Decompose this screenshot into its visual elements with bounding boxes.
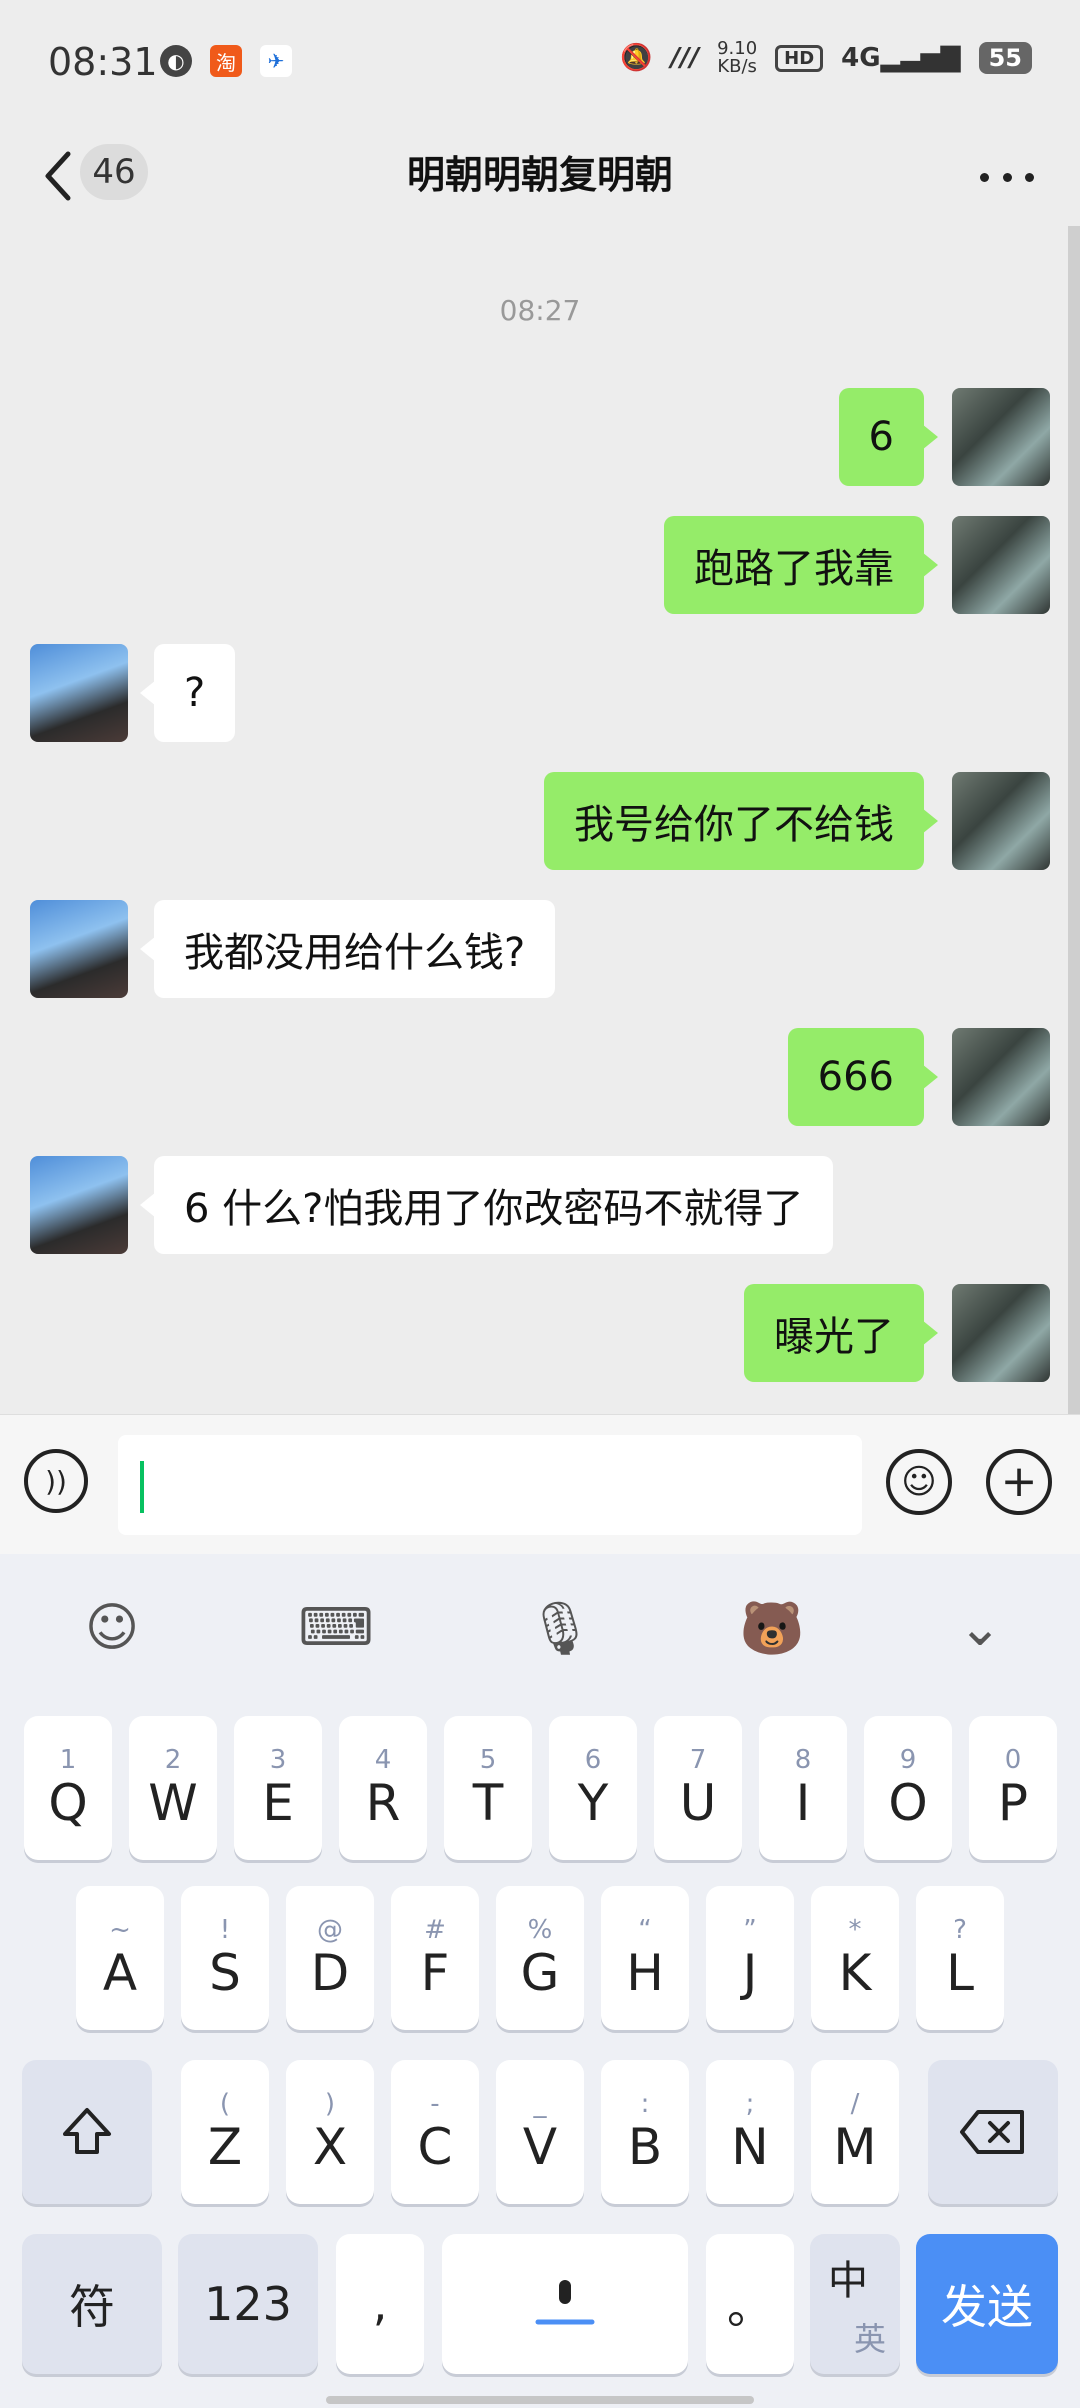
numbers-key[interactable]: 123 xyxy=(178,2234,318,2374)
message-input[interactable] xyxy=(118,1435,862,1535)
message-input-bar: )) ☺ + xyxy=(0,1414,1080,1555)
collapse-keyboard-icon[interactable]: ⌄ xyxy=(940,1588,1020,1668)
key-p[interactable]: 0P xyxy=(969,1716,1057,1860)
status-left-icons: ◐ 淘 ✈ xyxy=(160,45,292,77)
comma-key[interactable]: , xyxy=(336,2234,424,2374)
taobao-icon: 淘 xyxy=(210,45,242,77)
contact-avatar[interactable] xyxy=(30,644,128,742)
key-h[interactable]: “H xyxy=(601,1886,689,2030)
chat-header: 46 明朝明朝复明朝 xyxy=(0,126,1080,227)
contact-message-bubble[interactable]: 6 什么?怕我用了你改密码不就得了 xyxy=(139,1156,834,1254)
message-timestamp: 08:27 xyxy=(499,294,581,327)
symbols-key[interactable]: 符 xyxy=(22,2234,162,2374)
key-k[interactable]: * K xyxy=(811,1886,899,2030)
my-avatar[interactable] xyxy=(952,1028,1050,1126)
microphone-icon[interactable]: 🎙 xyxy=(520,1588,600,1668)
message-row: 我都没用给什么钱? xyxy=(0,900,1080,998)
carrier-icon: /// xyxy=(670,43,700,73)
status-time: 08:31 xyxy=(48,40,158,84)
signal-icon: 4G▂▃▅▇ xyxy=(841,43,961,73)
message-row: 跑路了我靠 xyxy=(0,516,1080,614)
my-message-bubble[interactable]: 我号给你了不给钱 xyxy=(544,772,938,870)
baidu-bear-icon[interactable]: 🐻 xyxy=(732,1588,812,1668)
message-row: 曝光了 xyxy=(0,1284,1080,1382)
contact-avatar[interactable] xyxy=(30,900,128,998)
app-icon-1: ◐ xyxy=(160,45,192,77)
key-n[interactable]: ; N xyxy=(706,2060,794,2204)
text-caret xyxy=(140,1461,144,1513)
shift-arrow-icon xyxy=(63,2108,111,2154)
key-m[interactable]: / M xyxy=(811,2060,899,2204)
key-f[interactable]: # F xyxy=(391,1886,479,2030)
battery-icon: 55 xyxy=(978,42,1032,74)
bird-app-icon: ✈ xyxy=(260,45,292,77)
contact-message-bubble[interactable]: 我都没用给什么钱? xyxy=(139,900,556,998)
key-o[interactable]: 9O xyxy=(864,1716,952,1860)
status-bar: 08:31 ◐ 淘 ✈ 🔕 /// 9.10 KB/s HD 4G▂▃▅▇ 55 xyxy=(0,0,1080,126)
backspace-key[interactable] xyxy=(928,2060,1058,2204)
message-row: 我号给你了不给钱 xyxy=(0,772,1080,870)
space-mic-icon xyxy=(535,2280,595,2325)
more-options-icon[interactable] xyxy=(980,168,1034,188)
my-message-bubble[interactable]: 跑路了我靠 xyxy=(664,516,938,614)
contact-message-bubble[interactable]: ? xyxy=(139,644,236,742)
my-avatar[interactable] xyxy=(952,772,1050,870)
my-avatar[interactable] xyxy=(952,388,1050,486)
key-u[interactable]: 7U xyxy=(654,1716,742,1860)
keyboard: 1Q 2W 3E 4R 5T 6Y 7U 8I 9O 0P ~ A ! S @ D #… xyxy=(0,1694,1080,2408)
key-c[interactable]: -C xyxy=(391,2060,479,2204)
space-key[interactable] xyxy=(442,2234,688,2374)
chat-title: 明朝明朝复明朝 xyxy=(406,153,673,197)
key-y[interactable]: 6Y xyxy=(549,1716,637,1860)
voice-input-icon[interactable]: )) xyxy=(24,1449,88,1513)
key-s[interactable]: ! S xyxy=(181,1886,269,2030)
mute-icon: 🔕 xyxy=(620,43,653,73)
my-avatar[interactable] xyxy=(952,1284,1050,1382)
my-avatar[interactable] xyxy=(952,516,1050,614)
key-v[interactable]: _ V xyxy=(496,2060,584,2204)
emoji-icon[interactable]: ☺ xyxy=(886,1449,952,1515)
key-a[interactable]: ~ A xyxy=(76,1886,164,2030)
network-speed: 9.10 KB/s xyxy=(717,38,758,77)
contact-avatar[interactable] xyxy=(30,1156,128,1254)
keyboard-switch-icon[interactable]: ⌨ xyxy=(296,1588,376,1668)
zh-en-toggle-key[interactable]: 中 英 xyxy=(810,2234,900,2374)
key-d[interactable]: @ D xyxy=(286,1886,374,2030)
my-message-bubble[interactable]: 6 xyxy=(838,388,939,486)
key-x[interactable]: ) X xyxy=(286,2060,374,2204)
message-row: 666 xyxy=(0,1028,1080,1126)
message-row: 6 xyxy=(0,388,1080,486)
send-key[interactable]: 发送 xyxy=(916,2234,1058,2374)
key-w[interactable]: 2W xyxy=(129,1716,217,1860)
status-right-icons: 🔕 /// 9.10 KB/s HD 4G▂▃▅▇ 55 xyxy=(620,40,1032,76)
message-row: ? xyxy=(0,644,1080,742)
backspace-icon xyxy=(960,2110,1024,2154)
key-l[interactable]: ? L xyxy=(916,1886,1004,2030)
shift-key[interactable] xyxy=(22,2060,152,2204)
key-e[interactable]: 3E xyxy=(234,1716,322,1860)
key-t[interactable]: 5T xyxy=(444,1716,532,1860)
keyboard-emoji-icon[interactable]: ☺ xyxy=(72,1588,152,1668)
key-g[interactable]: % G xyxy=(496,1886,584,2030)
my-message-bubble[interactable]: 666 xyxy=(787,1028,939,1126)
hd-icon: HD xyxy=(775,44,824,72)
key-z[interactable]: (Z xyxy=(181,2060,269,2204)
my-message-bubble[interactable]: 曝光了 xyxy=(744,1284,938,1382)
key-j[interactable]: ” J xyxy=(706,1886,794,2030)
keyboard-toolbar: ☺ ⌨ 🎙 🐻 ⌄ xyxy=(0,1554,1080,1694)
home-indicator[interactable] xyxy=(326,2396,754,2404)
message-row: 6 什么?怕我用了你改密码不就得了 xyxy=(0,1156,1080,1254)
plus-icon[interactable]: + xyxy=(986,1449,1052,1515)
key-q[interactable]: 1Q xyxy=(24,1716,112,1860)
period-key[interactable]: 。 xyxy=(706,2234,794,2374)
chat-messages[interactable]: 08:27 6 跑路了我靠 ? 我号给你了不给钱 我都没用给什么钱? 666 6… xyxy=(0,226,1080,1414)
key-b[interactable]: :B xyxy=(601,2060,689,2204)
chat-scrollbar[interactable] xyxy=(1068,226,1080,1414)
key-r[interactable]: 4R xyxy=(339,1716,427,1860)
key-i[interactable]: 8I xyxy=(759,1716,847,1860)
